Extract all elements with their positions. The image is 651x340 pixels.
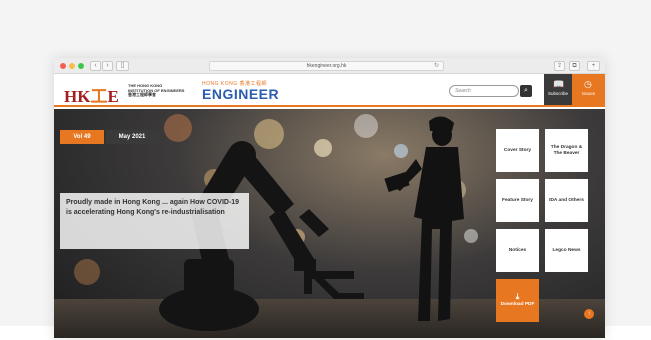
hkie-logo[interactable]: HK工E bbox=[64, 82, 119, 107]
hero-banner: Vol 49 May 2021 Proudly made in Hong Kon… bbox=[54, 109, 605, 338]
share-button[interactable]: ⇪ bbox=[554, 61, 565, 71]
tile-dragon-beaver[interactable]: The Dragon & The Beaver bbox=[545, 129, 588, 172]
headline-card[interactable]: Proudly made in Hong Kong ... again How … bbox=[60, 193, 249, 249]
worker-silhouette bbox=[384, 116, 464, 321]
tile-feature-story[interactable]: Feature Story bbox=[496, 179, 539, 222]
reload-icon[interactable]: ↻ bbox=[434, 62, 439, 70]
plus-icon: + bbox=[591, 63, 596, 69]
tabs-icon: ⧉ bbox=[572, 63, 577, 69]
zoom-window-button[interactable] bbox=[78, 63, 84, 69]
magazine-logo-big: ENGINEER bbox=[202, 86, 280, 102]
arrow-up-icon: ↑ bbox=[587, 311, 591, 317]
download-pdf-button[interactable]: ⤓ Download PDF bbox=[496, 279, 539, 322]
subscribe-label: Subscribe bbox=[547, 91, 568, 96]
sidebar-icon: ▯ bbox=[120, 62, 125, 69]
institution-name-cn: 香港工程師學會 bbox=[128, 92, 156, 98]
download-pdf-label: Download PDF bbox=[500, 301, 535, 307]
search-button[interactable]: ⌕ bbox=[520, 85, 532, 97]
address-bar[interactable]: hkengineer.org.hk ↻ bbox=[209, 61, 444, 71]
issue-date-badge[interactable]: May 2021 bbox=[106, 130, 158, 144]
url-text: hkengineer.org.hk bbox=[306, 63, 347, 69]
sidebar-button[interactable]: ▯ bbox=[116, 61, 129, 71]
issues-button[interactable]: ◷ Issues bbox=[572, 74, 605, 105]
minimize-window-button[interactable] bbox=[69, 63, 75, 69]
clock-icon: ◷ bbox=[584, 79, 592, 89]
site-header: HK工E THE HONG KONG INSTITUTION OF ENGINE… bbox=[54, 74, 605, 107]
magazine-logo[interactable]: HONG KONG 香港工程師 ENGINEER bbox=[202, 80, 279, 101]
subscribe-button[interactable]: 📖 Subscribe bbox=[544, 74, 572, 105]
hkie-logo-mark: 工 bbox=[90, 87, 108, 106]
browser-toolbar: ‹ › ▯ hkengineer.org.hk ↻ ⇪ ⧉ + bbox=[54, 58, 605, 74]
download-icon: ⤓ bbox=[515, 291, 520, 301]
chevron-right-icon: › bbox=[106, 62, 109, 69]
tile-legco-news[interactable]: Legco News bbox=[545, 229, 588, 272]
tile-notices[interactable]: Notices bbox=[496, 229, 539, 272]
volume-badge[interactable]: Vol 49 bbox=[60, 130, 104, 144]
close-window-button[interactable] bbox=[60, 63, 66, 69]
back-button[interactable]: ‹ bbox=[90, 61, 101, 71]
issues-label: Issues bbox=[581, 91, 595, 96]
book-icon: 📖 bbox=[553, 79, 565, 89]
forward-button[interactable]: › bbox=[102, 61, 113, 71]
tile-cover-story[interactable]: Cover Story bbox=[496, 129, 539, 172]
scroll-top-button[interactable]: ↑ bbox=[584, 309, 594, 319]
tile-ida-others[interactable]: IDA and Others bbox=[545, 179, 588, 222]
tabs-button[interactable]: ⧉ bbox=[569, 61, 580, 71]
new-tab-button[interactable]: + bbox=[587, 61, 600, 71]
chevron-left-icon: ‹ bbox=[94, 62, 97, 69]
institution-name: THE HONG KONG INSTITUTION OF ENGINEERS 香… bbox=[128, 83, 186, 98]
search-input[interactable]: Search bbox=[449, 85, 519, 97]
search-icon: ⌕ bbox=[524, 87, 528, 94]
hkie-logo-text: HK bbox=[64, 87, 91, 106]
share-icon: ⇪ bbox=[556, 63, 563, 69]
headline-text: Proudly made in Hong Kong ... again How … bbox=[66, 199, 240, 216]
browser-window: ‹ › ▯ hkengineer.org.hk ↻ ⇪ ⧉ + HK工E THE… bbox=[54, 58, 605, 338]
hkie-logo-end: E bbox=[107, 87, 119, 106]
